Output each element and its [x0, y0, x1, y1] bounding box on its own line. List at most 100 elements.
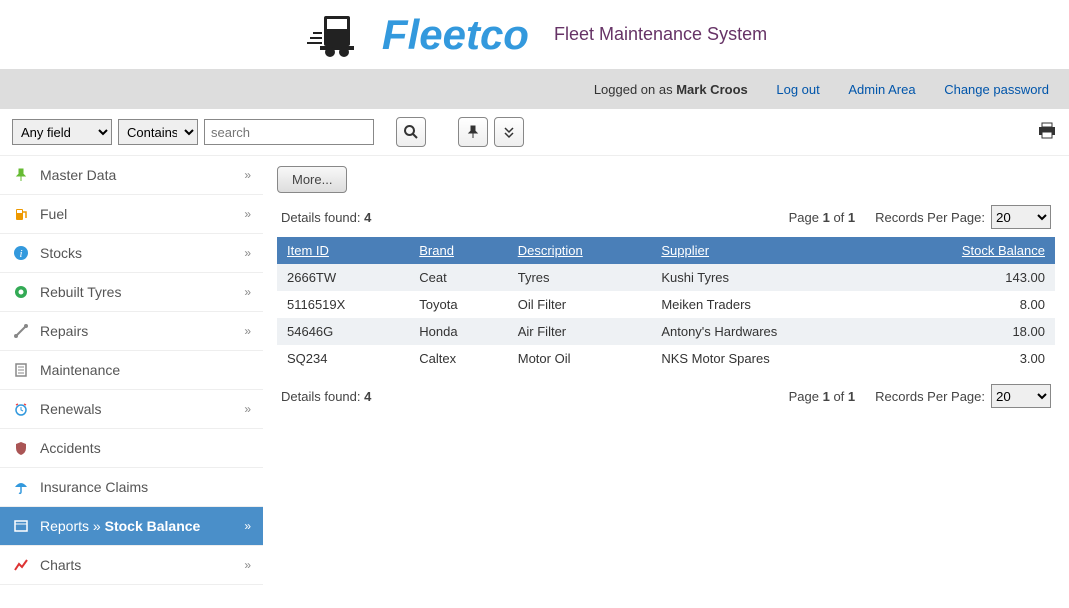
cell-brand: Honda [409, 318, 507, 345]
cell-description: Air Filter [508, 318, 652, 345]
search-input[interactable] [204, 119, 374, 145]
sidebar-item-label: Maintenance [40, 362, 251, 378]
double-chevron-down-icon [502, 125, 516, 139]
results-summary: Details found: 4Page 1 of 1 Records Per P… [277, 193, 1055, 237]
page-indicator: Page 1 of 1 [789, 210, 856, 225]
search-operator-select[interactable]: Contains [118, 119, 198, 145]
table-row[interactable]: 54646GHondaAir FilterAntony's Hardwares1… [277, 318, 1055, 345]
chart-icon [12, 556, 30, 574]
app-header: Fleetco Fleet Maintenance System [0, 0, 1069, 70]
cell-supplier: NKS Motor Spares [651, 345, 881, 372]
chevron-right-icon: » [244, 558, 251, 572]
search-field-select[interactable]: Any field [12, 119, 112, 145]
cell-description: Motor Oil [508, 345, 652, 372]
cell-description: Tyres [508, 264, 652, 291]
cell-item_id: 2666TW [277, 264, 409, 291]
cell-brand: Caltex [409, 345, 507, 372]
cell-brand: Ceat [409, 264, 507, 291]
clock-icon [12, 400, 30, 418]
records-per-page-select[interactable]: 20 [991, 384, 1051, 408]
pin-icon [12, 166, 30, 184]
col-header-supplier[interactable]: Supplier [651, 237, 881, 264]
more-button[interactable]: More... [277, 166, 347, 193]
sidebar-item-charts[interactable]: Charts» [0, 546, 263, 585]
cell-supplier: Antony's Hardwares [651, 318, 881, 345]
expand-button[interactable] [494, 117, 524, 147]
search-toolbar: Any field Contains [0, 109, 1069, 156]
logo-icon [302, 8, 372, 61]
sidebar-item-stocks[interactable]: i Stocks» [0, 234, 263, 273]
cell-supplier: Meiken Traders [651, 291, 881, 318]
table-row[interactable]: 5116519XToyotaOil FilterMeiken Traders8.… [277, 291, 1055, 318]
clipboard-icon [12, 361, 30, 379]
cell-balance: 3.00 [881, 345, 1055, 372]
records-per-page-select[interactable]: 20 [991, 205, 1051, 229]
sidebar-item-reports[interactable]: Reports » Stock Balance» [0, 507, 263, 546]
sidebar-item-label: Stocks [40, 245, 244, 261]
admin-area-link[interactable]: Admin Area [848, 82, 915, 97]
sidebar-item-maintenance[interactable]: Maintenance [0, 351, 263, 390]
col-header-description[interactable]: Description [508, 237, 652, 264]
sidebar: Master Data»Fuel»iStocks»Rebuilt Tyres»R… [0, 156, 263, 585]
print-button[interactable] [1037, 122, 1057, 143]
rpp-label: Records Per Page: [875, 210, 985, 225]
fuel-icon [12, 205, 30, 223]
shield-icon [12, 439, 30, 457]
cell-balance: 8.00 [881, 291, 1055, 318]
results-summary: Details found: 4Page 1 of 1 Records Per P… [277, 372, 1055, 416]
sidebar-item-label: Accidents [40, 440, 251, 456]
cell-supplier: Kushi Tyres [651, 264, 881, 291]
chevron-right-icon: » [244, 246, 251, 260]
search-icon [403, 124, 419, 140]
table-row[interactable]: 2666TWCeatTyresKushi Tyres143.00 [277, 264, 1055, 291]
sidebar-item-label: Charts [40, 557, 244, 573]
cell-item_id: 54646G [277, 318, 409, 345]
chevron-right-icon: » [244, 168, 251, 182]
cell-item_id: 5116519X [277, 291, 409, 318]
brand-name: Fleetco [382, 11, 529, 59]
cell-brand: Toyota [409, 291, 507, 318]
sidebar-item-insurance-claims[interactable]: Insurance Claims [0, 468, 263, 507]
sidebar-item-label: Fuel [40, 206, 244, 222]
umbrella-icon [12, 478, 30, 496]
sidebar-item-renewals[interactable]: Renewals» [0, 390, 263, 429]
printer-icon [1037, 122, 1057, 140]
logout-link[interactable]: Log out [776, 82, 819, 97]
report-icon [12, 517, 30, 535]
details-found: Details found: 4 [281, 389, 789, 404]
col-header-brand[interactable]: Brand [409, 237, 507, 264]
rpp-label: Records Per Page: [875, 389, 985, 404]
info-icon: i [12, 244, 30, 262]
user-bar: Logged on as Mark Croos Log out Admin Ar… [0, 70, 1069, 109]
page-indicator: Page 1 of 1 [789, 389, 856, 404]
sidebar-item-label: Repairs [40, 323, 244, 339]
chevron-right-icon: » [244, 207, 251, 221]
col-header-item-id[interactable]: Item ID [277, 237, 409, 264]
logged-on-label: Logged on as Mark Croos [594, 82, 748, 97]
pin-button[interactable] [458, 117, 488, 147]
main-content: More... Details found: 4Page 1 of 1Recor… [263, 156, 1069, 585]
pin-icon [466, 125, 480, 139]
svg-text:i: i [19, 248, 22, 260]
cell-balance: 143.00 [881, 264, 1055, 291]
sidebar-item-fuel[interactable]: Fuel» [0, 195, 263, 234]
sidebar-item-rebuilt-tyres[interactable]: Rebuilt Tyres» [0, 273, 263, 312]
sidebar-item-label: Renewals [40, 401, 244, 417]
sidebar-item-label: Insurance Claims [40, 479, 251, 495]
change-password-link[interactable]: Change password [944, 82, 1049, 97]
chevron-right-icon: » [244, 285, 251, 299]
sidebar-item-repairs[interactable]: Repairs» [0, 312, 263, 351]
chevron-right-icon: » [244, 519, 251, 533]
chevron-right-icon: » [244, 324, 251, 338]
sidebar-item-label: Reports » Stock Balance [40, 518, 244, 534]
sidebar-item-master-data[interactable]: Master Data» [0, 156, 263, 195]
sidebar-item-label: Rebuilt Tyres [40, 284, 244, 300]
table-row[interactable]: SQ234CaltexMotor OilNKS Motor Spares3.00 [277, 345, 1055, 372]
cell-item_id: SQ234 [277, 345, 409, 372]
search-button[interactable] [396, 117, 426, 147]
sidebar-item-label: Master Data [40, 167, 244, 183]
details-found: Details found: 4 [281, 210, 789, 225]
tagline: Fleet Maintenance System [554, 24, 767, 45]
col-header-stock-balance[interactable]: Stock Balance [881, 237, 1055, 264]
sidebar-item-accidents[interactable]: Accidents [0, 429, 263, 468]
